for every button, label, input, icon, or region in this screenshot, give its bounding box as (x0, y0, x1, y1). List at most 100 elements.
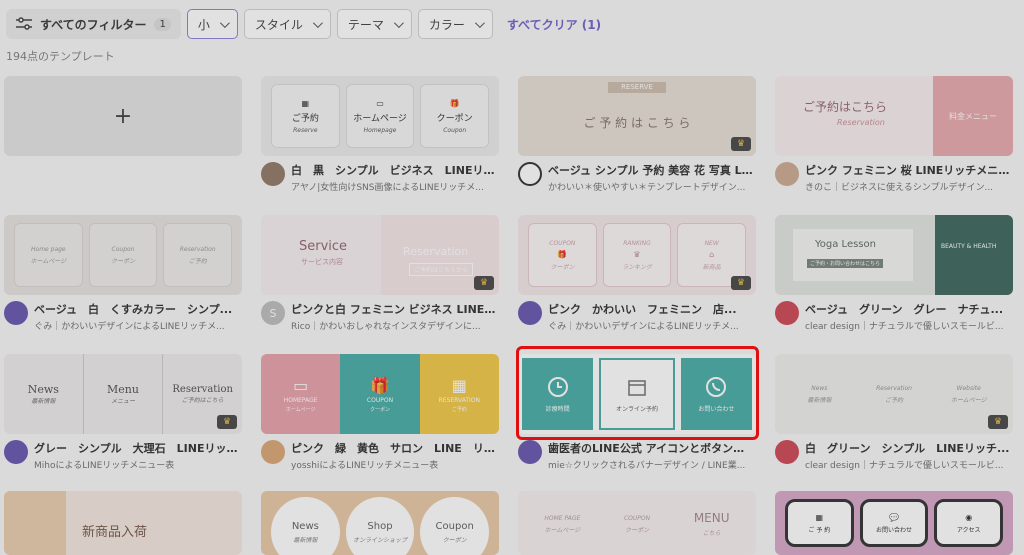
template-thumbnail[interactable]: ▭ HOMEPAGE ホームページ 🎁 COUPON クーポン ▦ RESERVATION… (261, 354, 499, 434)
all-filters-button[interactable]: すべてのフィルター 1 (6, 9, 181, 39)
avatar[interactable] (775, 301, 799, 325)
card-author[interactable]: ぐみ｜かわいいデザインによるLINEリッチメ... (34, 319, 239, 332)
thumb-text: ご 予 約 は こ ち ら (583, 116, 691, 130)
template-card[interactable]: Home page ホームページ Coupon クーポン Reservation ご予… (4, 215, 242, 332)
thumb-left-sub: サービス内容 (301, 258, 343, 266)
card-author[interactable]: アヤノ|女性向けSNS画像によるLINEリッチメ... (291, 180, 496, 193)
template-thumbnail[interactable]: ご予約はこちら Reservation 料金メニュー (775, 76, 1013, 156)
chat-icon: 💬 (889, 512, 899, 522)
template-card[interactable]: ▦ ご 予 約 💬 お問い合わせ ◉ アクセス (775, 491, 1013, 555)
template-thumbnail[interactable]: Yoga Lesson ご予約・お問い合わせはこちら BEAUTY & HEAL… (775, 215, 1013, 295)
template-thumbnail[interactable]: COUPON 🎁 クーポン RANKING ♛ ランキング NEW ⌂ 新商品 ♛ (518, 215, 756, 295)
avatar[interactable] (4, 301, 28, 325)
chevron-down-icon (393, 17, 404, 28)
filter-style-chip[interactable]: スタイル (243, 9, 331, 39)
template-thumbnail[interactable]: HOME PAGE ホームページ COUPON クーポン MENU こちら (518, 491, 756, 555)
thumb-side: 料金メニュー (933, 76, 1013, 156)
template-card[interactable]: News 最新情報 Menu メニュー Reservation ご予約はこちら ♛ グ… (4, 354, 242, 471)
calendar-icon: ▦ (451, 375, 467, 395)
avatar[interactable] (4, 440, 28, 464)
template-thumbnail[interactable]: News 最新情報 Shop オンラインショップ Coupon クーポン (261, 491, 499, 555)
card-title[interactable]: ベージュ グリーン グレー ナチュ... (805, 301, 1010, 317)
template-card[interactable]: ▭ HOMEPAGE ホームページ 🎁 COUPON クーポン ▦ RESERVATION… (261, 354, 499, 471)
thumb-sublabel: ホームページ (30, 257, 67, 265)
all-filters-label: すべてのフィルター (40, 17, 147, 32)
template-card[interactable]: ▦ ご予約 Reserve ▭ ホームページ Homepage 🎁 クーポン Coupon … (261, 76, 499, 193)
blank-template-card[interactable]: + (4, 76, 242, 156)
crown-icon: ♛ (731, 137, 751, 151)
avatar[interactable] (518, 162, 542, 186)
card-author[interactable]: Rico｜かわいおしゃれなインスタデザインに... (291, 319, 496, 332)
crown-icon: ♛ (474, 276, 494, 290)
template-card[interactable]: ご予約はこちら Reservation 料金メニュー ピンク フェミニン 桜 L… (775, 76, 1013, 193)
thumb-sublabel: ご予約 (885, 396, 904, 404)
calendar-icon: ▦ (815, 512, 824, 522)
thumb-right: BEAUTY & HEALTH (935, 215, 1013, 295)
avatar[interactable] (775, 440, 799, 464)
template-thumbnail[interactable]: Service サービス内容 Reservation ご予約はこちらから ♛ (261, 215, 499, 295)
template-card[interactable]: HOME PAGE ホームページ COUPON クーポン MENU こちら (518, 491, 756, 555)
add-blank-button[interactable]: + (4, 76, 242, 156)
card-title[interactable]: 白 黒 シンプル ビジネス LINEリ... (291, 162, 496, 178)
thumb-left-sub: ご予約・お問い合わせはこちら (807, 259, 884, 268)
card-title[interactable]: ピンク フェミニン 桜 LINEリッチメニ... (805, 162, 1010, 178)
clear-all-link[interactable]: すべてクリア (1) (507, 16, 601, 33)
template-card[interactable]: RESERVE ご 予 約 は こ ち ら ♛ ベージュ シンプル 予約 美容 … (518, 76, 756, 193)
sliders-icon (16, 17, 32, 30)
template-card[interactable]: COUPON 🎁 クーポン RANKING ♛ ランキング NEW ⌂ 新商品 ♛ ピンク … (518, 215, 756, 332)
card-author[interactable]: ぐみ｜かわいいデザインによるLINEリッチメ... (548, 319, 753, 332)
thumb-label: HOME PAGE (544, 514, 581, 522)
avatar[interactable] (518, 301, 542, 325)
gift-icon: 🎁 (370, 375, 390, 395)
card-author[interactable]: きのこ｜ビジネスに使えるシンプルデザイン... (805, 180, 1010, 193)
card-title[interactable]: 白 グリーン シンプル LINEリッチ... (805, 440, 1010, 456)
filter-color-chip[interactable]: カラー (417, 9, 493, 39)
avatar[interactable] (261, 162, 285, 186)
card-title[interactable]: ベージュ 白 くすみカラー シンプ... (34, 301, 239, 317)
filter-size-chip[interactable]: 小 (186, 9, 238, 39)
thumb-label: お問い合わせ (876, 526, 913, 534)
template-card[interactable]: Service サービス内容 Reservation ご予約はこちらから ♛ S… (261, 215, 499, 332)
template-thumbnail[interactable]: News 最新情報 Menu メニュー Reservation ご予約はこちら ♛ (4, 354, 242, 434)
card-title[interactable]: グレー シンプル 大理石 LINEリッ... (34, 440, 239, 456)
thumb-sublabel: クーポン (111, 257, 136, 265)
gift-icon: 🎁 (449, 98, 460, 108)
avatar[interactable] (261, 440, 285, 464)
template-gallery: すべてのフィルター 1 小 スタイル テーマ カラー すべてクリア (1) 19… (0, 0, 1024, 555)
template-card[interactable]: News 最新情報 Reservation ご予約 Website ホームページ ♛ … (775, 354, 1013, 471)
card-title[interactable]: ピンク かわいい フェミニン 店... (548, 301, 753, 317)
thumb-label: COUPON (623, 514, 651, 522)
thumb-label: Coupon (111, 245, 135, 253)
thumb-sublabel: ご予約はこちら (181, 397, 224, 404)
template-card[interactable]: 新商品入荷 (4, 491, 242, 555)
result-count: 194点のテンプレート (6, 50, 115, 63)
calendar-icon: ▦ (301, 98, 310, 108)
card-author[interactable]: yosshiによるLINEリッチメニュー表 (291, 458, 496, 471)
template-thumbnail[interactable]: 新商品入荷 (4, 491, 242, 555)
avatar[interactable] (518, 440, 542, 464)
card-title[interactable]: 歯医者のLINE公式 アイコンとボタンの... (548, 440, 753, 456)
card-author[interactable]: かわいい＊使いやすい＊テンプレートデザイン... (548, 180, 753, 193)
card-title[interactable]: ベージュ シンプル 予約 美容 花 写真 LIN... (548, 162, 753, 178)
card-title[interactable]: ピンクと白 フェミニン ビジネス LINE... (291, 301, 496, 317)
template-thumbnail[interactable]: RESERVE ご 予 約 は こ ち ら ♛ (518, 76, 756, 156)
avatar[interactable] (775, 162, 799, 186)
card-author[interactable]: MihoによるLINEリッチメニュー表 (34, 458, 239, 471)
template-card[interactable]: News 最新情報 Shop オンラインショップ Coupon クーポン (261, 491, 499, 555)
template-card[interactable]: Yoga Lesson ご予約・お問い合わせはこちら BEAUTY & HEAL… (775, 215, 1013, 332)
template-thumbnail[interactable]: ▦ ご 予 約 💬 お問い合わせ ◉ アクセス (775, 491, 1013, 555)
avatar[interactable]: S (261, 301, 285, 325)
card-author[interactable]: mie☆クリックされるバナーデザイン / LINE業... (548, 458, 753, 471)
thumb-sublabel: ランキング (622, 263, 652, 271)
template-thumbnail[interactable]: Home page ホームページ Coupon クーポン Reservation ご予… (4, 215, 242, 295)
card-title[interactable]: ピンク 緑 黄色 サロン LINE リ... (291, 440, 496, 456)
thumb-label: News (811, 384, 828, 392)
thumb-label: ご 予 約 (808, 526, 831, 534)
card-author[interactable]: clear design｜ナチュラルで優しいスモールビ... (805, 458, 1010, 471)
filter-theme-chip[interactable]: テーマ (336, 9, 412, 39)
thumb-left: Yoga Lesson (815, 239, 876, 250)
template-thumbnail[interactable]: News 最新情報 Reservation ご予約 Website ホームページ ♛ (775, 354, 1013, 434)
template-thumbnail[interactable]: ▦ ご予約 Reserve ▭ ホームページ Homepage 🎁 クーポン Coupon (261, 76, 499, 156)
thumb-label: ホームページ (353, 113, 407, 124)
card-author[interactable]: clear design｜ナチュラルで優しいスモールビ... (805, 319, 1010, 332)
